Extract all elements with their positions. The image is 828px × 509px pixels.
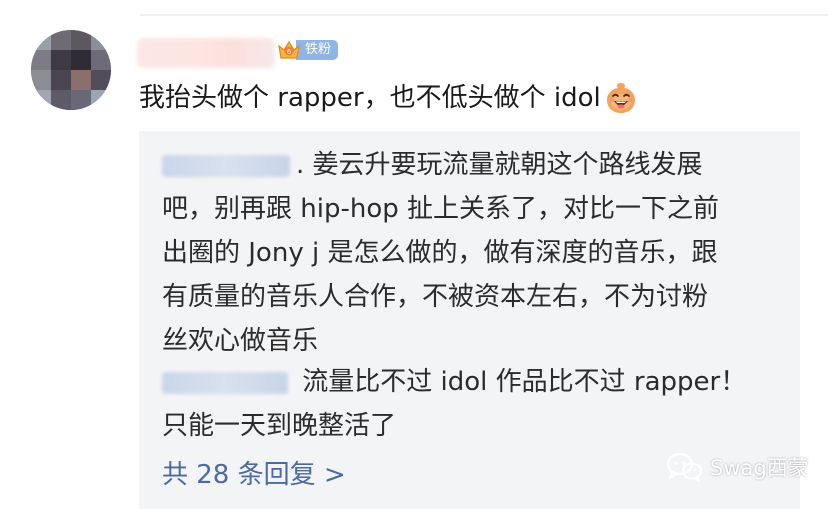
reply-username-redacted[interactable] [162, 154, 290, 177]
reply-line: 丝欢心做音乐 [162, 326, 319, 356]
reply-line: 出圈的 Jony j 是怎么做的，做有深度的音乐，跟 [162, 238, 718, 268]
fan-badge: 6 铁粉 [276, 38, 339, 62]
reply-username-redacted[interactable] [162, 371, 288, 394]
reply-item[interactable]: 流量比不过 idol 作品比不过 rapper！ 只能一天到晚整活了 [162, 360, 792, 448]
reply-separator: . [296, 150, 305, 180]
fan-badge-label: 铁粉 [296, 40, 339, 60]
reply-line: 流量比不过 idol 作品比不过 rapper！ [162, 360, 792, 404]
reply-item[interactable]: . 姜云升要玩流量就朝这个路线发展 吧，别再跟 hip-hop 扯上关系了，对比… [162, 143, 792, 363]
comment-page: 6 铁粉 我抬头做个 rapper，也不低头做个 idol . 姜云升要玩流量就… [0, 0, 828, 509]
reply-line: 只能一天到晚整活了 [162, 411, 397, 441]
view-all-replies-link[interactable]: 共 28 条回复 > [162, 453, 346, 497]
laughing-face-icon [606, 83, 635, 113]
username-redacted[interactable] [137, 38, 275, 68]
wechat-icon [666, 452, 703, 482]
watermark-text: Swag西蒙 [710, 456, 809, 480]
avatar[interactable] [31, 30, 111, 110]
comment-text: 我抬头做个 rapper，也不低头做个 idol [139, 83, 601, 113]
reply-line: . 姜云升要玩流量就朝这个路线发展 [162, 143, 792, 187]
reply-line: 吧，别再跟 hip-hop 扯上关系了，对比一下之前 [162, 194, 720, 224]
watermark: Swag西蒙 [666, 452, 809, 482]
crown-badge-icon: 6 [278, 40, 300, 59]
comment-body: 我抬头做个 rapper，也不低头做个 idol [139, 76, 819, 120]
reply-line: 有质量的音乐人合作，不被资本左右，不为讨粉 [162, 282, 709, 312]
divider [140, 14, 828, 16]
reply-text: 姜云升要玩流量就朝这个路线发展 [312, 150, 703, 180]
svg-text:6: 6 [287, 48, 292, 56]
reply-text: 流量比不过 idol 作品比不过 rapper！ [302, 367, 747, 397]
